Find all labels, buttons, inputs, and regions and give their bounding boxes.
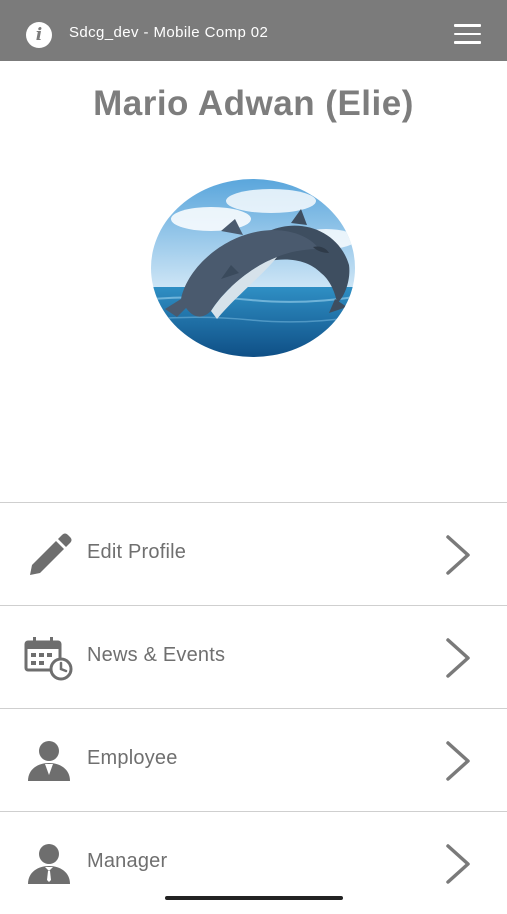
hamburger-menu-icon[interactable] xyxy=(454,23,481,45)
info-icon[interactable]: i xyxy=(26,22,52,48)
user-name: Mario Adwan (Elie) xyxy=(93,84,414,123)
menu-item-label: News & Events xyxy=(87,644,226,666)
menu-item-label: Manager xyxy=(87,850,168,872)
menu-item-news-events[interactable]: News & Events xyxy=(0,605,507,708)
manager-person-icon xyxy=(28,844,70,884)
pencil-icon xyxy=(30,533,72,575)
chevron-right-icon xyxy=(446,535,470,575)
menu-item-label: Employee xyxy=(87,747,178,769)
chevron-right-icon xyxy=(446,638,470,678)
chevron-right-icon xyxy=(446,844,470,884)
menu-item-label: Edit Profile xyxy=(87,541,187,563)
menu-item-edit-profile[interactable]: Edit Profile xyxy=(0,502,507,605)
top-bar: i Sdcg_dev - Mobile Comp 02 xyxy=(0,0,507,61)
employee-person-icon xyxy=(28,741,70,781)
menu-item-employee[interactable]: Employee xyxy=(0,708,507,811)
avatar[interactable] xyxy=(151,179,355,357)
chevron-right-icon xyxy=(446,741,470,781)
home-indicator xyxy=(165,896,343,900)
app-title: Sdcg_dev - Mobile Comp 02 xyxy=(69,24,269,41)
calendar-clock-icon xyxy=(24,637,73,681)
dolphins-photo xyxy=(151,179,355,357)
menu-list: Edit Profile News & Events Employee Mana… xyxy=(0,502,507,914)
